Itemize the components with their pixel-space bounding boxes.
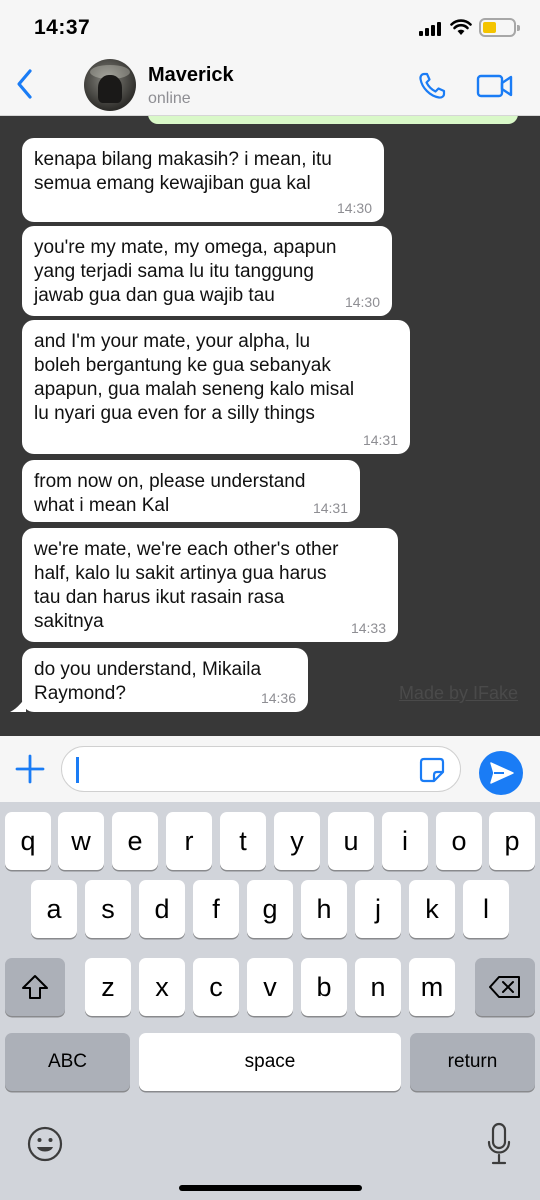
message-time: 14:33: [350, 620, 386, 636]
send-icon: [490, 762, 514, 784]
home-indicator[interactable]: [179, 1185, 362, 1191]
wifi-icon: [450, 19, 472, 35]
contact-name[interactable]: Maverick: [148, 64, 234, 87]
contact-status: online: [148, 90, 191, 107]
cellular-signal-icon: [419, 22, 444, 36]
key[interactable]: g: [247, 880, 293, 938]
send-button[interactable]: [479, 751, 523, 795]
abc-key[interactable]: ABC: [5, 1033, 130, 1091]
backspace-icon: [489, 976, 520, 998]
key[interactable]: c: [193, 958, 239, 1016]
shift-key[interactable]: [5, 958, 65, 1016]
key[interactable]: z: [85, 958, 131, 1016]
microphone-icon[interactable]: [486, 1122, 512, 1166]
emoji-icon[interactable]: [26, 1125, 64, 1163]
key[interactable]: q: [5, 812, 51, 870]
message-text: we're mate, we're each other's other hal…: [34, 539, 339, 632]
message-time: 14:36: [260, 690, 296, 706]
plus-icon[interactable]: [14, 753, 46, 785]
key[interactable]: y: [274, 812, 320, 870]
message-time: 14:31: [362, 432, 398, 448]
message-time: 14:31: [312, 500, 348, 516]
key[interactable]: x: [139, 958, 185, 1016]
key[interactable]: s: [85, 880, 131, 938]
key[interactable]: l: [463, 880, 509, 938]
message-bubble[interactable]: we're mate, we're each other's other hal…: [22, 528, 398, 642]
key[interactable]: v: [247, 958, 293, 1016]
key[interactable]: f: [193, 880, 239, 938]
message-input-bar: [0, 736, 540, 802]
keyboard: q w e r t y u i o p a s d f g h j k l z …: [0, 802, 540, 1200]
delete-key[interactable]: [475, 958, 535, 1016]
message-bubble[interactable]: and I'm your mate, your alpha, lu boleh …: [22, 320, 410, 454]
message-text: you're my mate, my omega, apapun yang te…: [34, 237, 337, 306]
avatar[interactable]: [84, 59, 136, 111]
shift-icon: [22, 975, 48, 999]
message-text: kenapa bilang makasih? i mean, itu semua…: [34, 149, 332, 194]
watermark: Made by IFake: [398, 683, 518, 703]
message-bubble[interactable]: do you understand, Mikaila Raymond? 14:3…: [10, 648, 308, 712]
battery-icon: [479, 18, 520, 37]
video-camera-icon[interactable]: [476, 72, 514, 100]
key[interactable]: a: [31, 880, 77, 938]
outgoing-message-bubble[interactable]: [148, 116, 518, 124]
key[interactable]: e: [112, 812, 158, 870]
key[interactable]: r: [166, 812, 212, 870]
message-text: and I'm your mate, your alpha, lu boleh …: [34, 331, 355, 424]
key[interactable]: k: [409, 880, 455, 938]
sticker-icon[interactable]: [418, 756, 446, 784]
key[interactable]: o: [436, 812, 482, 870]
key[interactable]: n: [355, 958, 401, 1016]
message-bubble[interactable]: kenapa bilang makasih? i mean, itu semua…: [22, 138, 384, 222]
text-cursor: [76, 757, 79, 783]
status-bar: 14:37: [0, 0, 540, 56]
message-bubble[interactable]: you're my mate, my omega, apapun yang te…: [22, 226, 392, 316]
chevron-left-icon[interactable]: [12, 66, 38, 102]
space-key[interactable]: space: [139, 1033, 401, 1091]
key[interactable]: p: [489, 812, 535, 870]
key[interactable]: m: [409, 958, 455, 1016]
message-input[interactable]: [61, 746, 461, 792]
message-time: 14:30: [344, 294, 380, 310]
message-text: do you understand, Mikaila Raymond?: [34, 659, 262, 704]
key[interactable]: u: [328, 812, 374, 870]
key[interactable]: b: [301, 958, 347, 1016]
message-time: 14:30: [336, 200, 372, 216]
status-time: 14:37: [34, 16, 91, 39]
chat-area[interactable]: kenapa bilang makasih? i mean, itu semua…: [0, 116, 540, 736]
key[interactable]: d: [139, 880, 185, 938]
message-bubble[interactable]: from now on, please understand what i me…: [22, 460, 360, 522]
message-text: from now on, please understand what i me…: [34, 471, 306, 516]
key[interactable]: t: [220, 812, 266, 870]
chat-header: Maverick online: [0, 56, 540, 116]
return-key[interactable]: return: [410, 1033, 535, 1091]
key[interactable]: h: [301, 880, 347, 938]
phone-icon[interactable]: [416, 70, 448, 102]
key[interactable]: j: [355, 880, 401, 938]
key[interactable]: i: [382, 812, 428, 870]
key[interactable]: w: [58, 812, 104, 870]
bubble-tail: [10, 696, 26, 712]
